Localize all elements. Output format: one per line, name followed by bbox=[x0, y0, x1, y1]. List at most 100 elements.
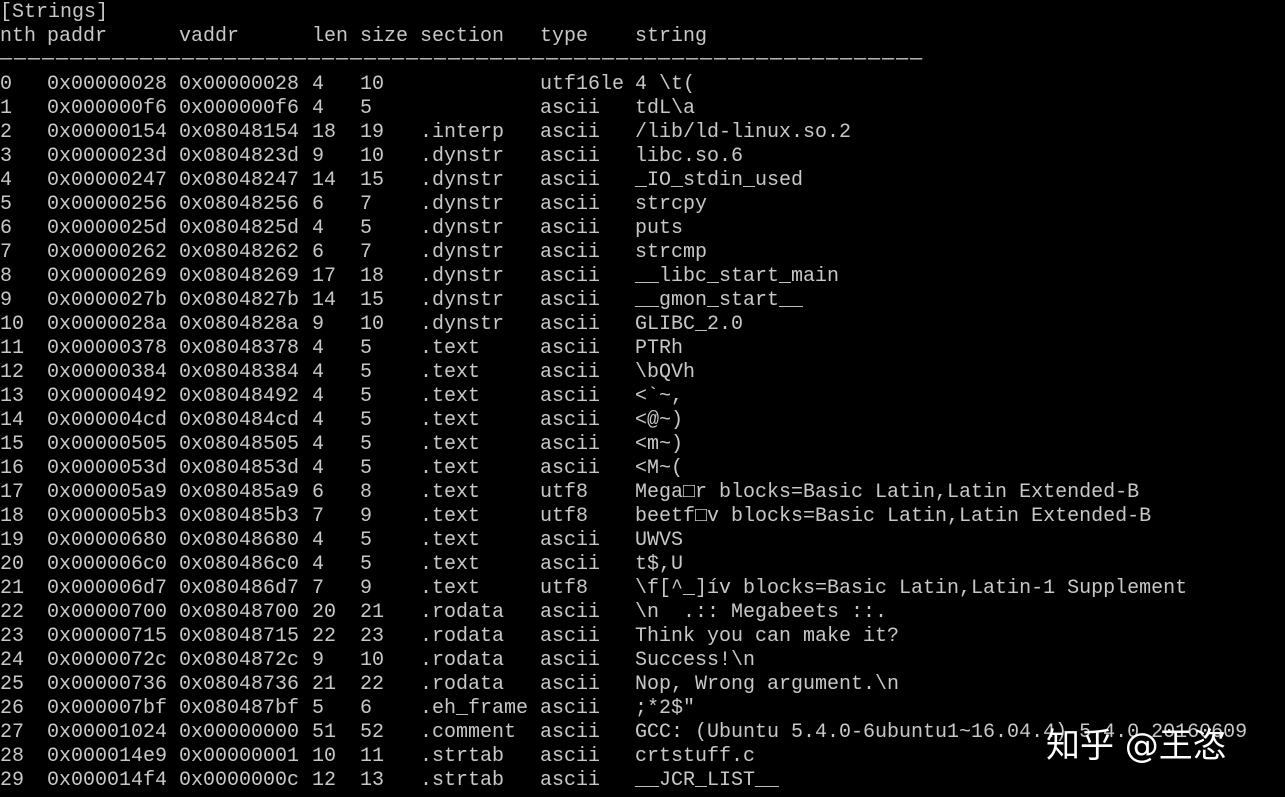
cell-paddr: 0x000005b3 bbox=[47, 505, 168, 528]
cell-size: 7 bbox=[360, 193, 373, 216]
cell-vaddr: 0x08048247 bbox=[179, 169, 300, 192]
cell-vaddr: 0x08048680 bbox=[179, 529, 300, 552]
terminal-window[interactable]: [Strings] nth paddr vaddr len size secti… bbox=[0, 0, 1285, 797]
cell-vaddr: 0x08048378 bbox=[179, 337, 300, 360]
cell-section: .text bbox=[420, 433, 481, 456]
cell-vaddr: 0x080486d7 bbox=[179, 577, 300, 600]
cell-type: ascii bbox=[540, 649, 601, 672]
cell-len: 7 bbox=[312, 505, 325, 528]
cell-section: .dynstr bbox=[420, 169, 505, 192]
cell-string: libc.so.6 bbox=[635, 145, 744, 168]
cell-type: ascii bbox=[540, 673, 601, 696]
cell-section: .strtab bbox=[420, 769, 505, 792]
cell-string: \f[^_]ív blocks=Basic Latin,Latin-1 Supp… bbox=[635, 577, 1188, 600]
cell-paddr: 0x0000027b bbox=[47, 289, 168, 312]
cell-vaddr: 0x08048736 bbox=[179, 673, 300, 696]
cell-nth: 3 bbox=[0, 145, 13, 168]
cell-vaddr: 0x0804827b bbox=[179, 289, 300, 312]
cell-size: 5 bbox=[360, 97, 373, 120]
cell-len: 4 bbox=[312, 409, 325, 432]
cell-len: 14 bbox=[312, 289, 337, 312]
cell-len: 20 bbox=[312, 601, 337, 624]
cell-nth: 11 bbox=[0, 337, 25, 360]
cell-size: 5 bbox=[360, 553, 373, 576]
cell-string: <M~( bbox=[635, 457, 684, 480]
cell-paddr: 0x00000505 bbox=[47, 433, 168, 456]
cell-nth: 22 bbox=[0, 601, 25, 624]
cell-paddr: 0x00000154 bbox=[47, 121, 168, 144]
cell-paddr: 0x000014e9 bbox=[47, 745, 168, 768]
cell-nth: 2 bbox=[0, 121, 13, 144]
cell-type: ascii bbox=[540, 337, 601, 360]
cell-len: 17 bbox=[312, 265, 337, 288]
cell-vaddr: 0x0804825d bbox=[179, 217, 300, 240]
cell-len: 4 bbox=[312, 73, 325, 96]
cell-paddr: 0x00000028 bbox=[47, 73, 168, 96]
cell-len: 18 bbox=[312, 121, 337, 144]
cell-len: 51 bbox=[312, 721, 337, 744]
cell-nth: 10 bbox=[0, 313, 25, 336]
cell-size: 5 bbox=[360, 529, 373, 552]
cell-nth: 1 bbox=[0, 97, 13, 120]
cell-nth: 24 bbox=[0, 649, 25, 672]
cell-type: ascii bbox=[540, 697, 601, 720]
cell-type: ascii bbox=[540, 553, 601, 576]
cell-section: .dynstr bbox=[420, 145, 505, 168]
cell-size: 13 bbox=[360, 769, 385, 792]
header-paddr: paddr bbox=[47, 25, 108, 48]
cell-size: 10 bbox=[360, 649, 385, 672]
cell-len: 4 bbox=[312, 385, 325, 408]
cell-vaddr: 0x08048269 bbox=[179, 265, 300, 288]
cell-string: crtstuff.c bbox=[635, 745, 756, 768]
cell-paddr: 0x00000680 bbox=[47, 529, 168, 552]
cell-vaddr: 0x08048505 bbox=[179, 433, 300, 456]
cell-vaddr: 0x080485a9 bbox=[179, 481, 300, 504]
cell-section: .text bbox=[420, 529, 481, 552]
cell-paddr: 0x00000262 bbox=[47, 241, 168, 264]
cell-vaddr: 0x000000f6 bbox=[179, 97, 300, 120]
cell-string: \bQVh bbox=[635, 361, 696, 384]
cell-len: 12 bbox=[312, 769, 337, 792]
cell-paddr: 0x0000025d bbox=[47, 217, 168, 240]
cell-nth: 5 bbox=[0, 193, 13, 216]
cell-paddr: 0x000007bf bbox=[47, 697, 168, 720]
cell-paddr: 0x0000023d bbox=[47, 145, 168, 168]
cell-size: 5 bbox=[360, 433, 373, 456]
cell-string: t$,U bbox=[635, 553, 684, 576]
cell-nth: 18 bbox=[0, 505, 25, 528]
header-section: section bbox=[420, 25, 505, 48]
cell-len: 4 bbox=[312, 433, 325, 456]
cell-section: .text bbox=[420, 553, 481, 576]
cell-len: 7 bbox=[312, 577, 325, 600]
cell-section: .rodata bbox=[420, 673, 505, 696]
header-divider: ――――――――――――――――――――――――――――――――――――――――… bbox=[0, 48, 925, 71]
cell-type: ascii bbox=[540, 433, 601, 456]
cell-vaddr: 0x08048256 bbox=[179, 193, 300, 216]
cell-len: 6 bbox=[312, 193, 325, 216]
cell-paddr: 0x000004cd bbox=[47, 409, 168, 432]
cell-type: ascii bbox=[540, 361, 601, 384]
cell-nth: 7 bbox=[0, 241, 13, 264]
cell-type: utf8 bbox=[540, 505, 589, 528]
cell-vaddr: 0x00000001 bbox=[179, 745, 300, 768]
cell-type: ascii bbox=[540, 97, 601, 120]
cell-section: .dynstr bbox=[420, 217, 505, 240]
cell-len: 9 bbox=[312, 313, 325, 336]
cell-size: 15 bbox=[360, 169, 385, 192]
cell-vaddr: 0x0804872c bbox=[179, 649, 300, 672]
cell-type: ascii bbox=[540, 457, 601, 480]
cell-nth: 25 bbox=[0, 673, 25, 696]
cell-string: _IO_stdin_used bbox=[635, 169, 804, 192]
cell-nth: 4 bbox=[0, 169, 13, 192]
cell-string: puts bbox=[635, 217, 684, 240]
cell-nth: 28 bbox=[0, 745, 25, 768]
cell-paddr: 0x00000715 bbox=[47, 625, 168, 648]
cell-vaddr: 0x08048384 bbox=[179, 361, 300, 384]
cell-len: 9 bbox=[312, 649, 325, 672]
cell-string: \n .:: Megabeets ::. bbox=[635, 601, 888, 624]
cell-len: 6 bbox=[312, 241, 325, 264]
cell-nth: 23 bbox=[0, 625, 25, 648]
cell-string: strcmp bbox=[635, 241, 708, 264]
cell-len: 22 bbox=[312, 625, 337, 648]
cell-section: .dynstr bbox=[420, 313, 505, 336]
